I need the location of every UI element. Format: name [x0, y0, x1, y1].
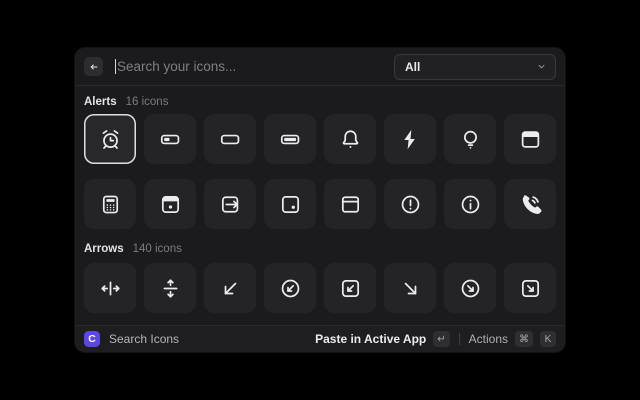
app-logo: C [84, 331, 100, 347]
section-alerts: Alerts 16 icons [84, 96, 556, 229]
box-dot-icon [279, 193, 302, 216]
battery-empty-icon [219, 128, 242, 151]
search-input[interactable] [117, 59, 394, 74]
section-header: Alerts 16 icons [84, 96, 556, 110]
info-circle-icon [459, 193, 482, 216]
icon-tile-browser-filled[interactable] [504, 114, 556, 164]
arrow-down-left-circle-icon [279, 277, 302, 300]
lightbulb-icon [459, 128, 482, 151]
browser-outline-icon [339, 193, 362, 216]
icon-tile-arrow-down-right-circle[interactable] [444, 263, 496, 313]
icon-tile-lightbulb[interactable] [444, 114, 496, 164]
alarm-clock-icon [99, 128, 122, 151]
section-icon-count: 140 icons [133, 243, 182, 255]
icon-tile-arrow-down-left-square[interactable] [324, 263, 376, 313]
enter-keycap: ↵ [433, 331, 449, 347]
arrow-down-left-icon [219, 277, 242, 300]
icon-tile-notification-box[interactable] [144, 179, 196, 229]
back-button[interactable] [84, 57, 103, 76]
actions-menu-label[interactable]: Actions [469, 332, 508, 346]
icon-tile-battery-empty[interactable] [204, 114, 256, 164]
browser-filled-icon [519, 128, 542, 151]
phone-ringing-icon [519, 193, 542, 216]
arrow-down-right-icon [399, 277, 422, 300]
icon-tile-bell[interactable] [324, 114, 376, 164]
icon-tile-arrow-down-right-square[interactable] [504, 263, 556, 313]
icon-tile-alert-circle[interactable] [384, 179, 436, 229]
flash-icon [399, 128, 422, 151]
section-label: Alerts [84, 96, 117, 108]
notification-box-icon [159, 193, 182, 216]
k-keycap: K [540, 331, 556, 347]
box-arrow-right-icon [219, 193, 242, 216]
chevron-down-icon [536, 61, 547, 72]
expand-horizontal-icon [99, 277, 122, 300]
battery-full-icon [279, 128, 302, 151]
icon-tile-calculator[interactable] [84, 179, 136, 229]
command-keycap: ⌘ [515, 331, 533, 347]
icon-tile-arrow-down-left[interactable] [204, 263, 256, 313]
icon-grid-area: Alerts 16 icons Arrows 140 icons [75, 96, 565, 313]
section-arrows: Arrows 140 icons [84, 243, 556, 313]
status-bar: C Search Icons Paste in Active App ↵ Act… [75, 325, 565, 352]
bell-icon [339, 128, 362, 151]
icon-tile-box-dot[interactable] [264, 179, 316, 229]
filter-selected-value: All [405, 60, 536, 74]
icon-tile-arrow-down-right[interactable] [384, 263, 436, 313]
icon-tile-alarm-clock[interactable] [84, 114, 136, 164]
section-header: Arrows 140 icons [84, 243, 556, 257]
category-filter-dropdown[interactable]: All [394, 54, 556, 80]
icon-search-window: All Alerts 16 icons Arrows 140 icons C Sear… [75, 48, 565, 352]
arrow-down-left-square-icon [339, 277, 362, 300]
icon-tile-flash[interactable] [384, 114, 436, 164]
icon-tile-phone-ringing[interactable] [504, 179, 556, 229]
icon-tile-arrow-down-left-circle[interactable] [264, 263, 316, 313]
footer-separator [459, 333, 460, 345]
section-label: Arrows [84, 243, 124, 255]
calculator-icon [99, 193, 122, 216]
icon-grid [84, 114, 556, 229]
icon-grid [84, 263, 556, 313]
icon-tile-battery-medium[interactable] [144, 114, 196, 164]
arrow-left-icon [88, 61, 100, 73]
battery-medium-icon [159, 128, 182, 151]
text-caret [115, 59, 116, 74]
icon-tile-expand-vertical[interactable] [144, 263, 196, 313]
icon-tile-box-arrow-right[interactable] [204, 179, 256, 229]
alert-circle-icon [399, 193, 422, 216]
expand-vertical-icon [159, 277, 182, 300]
section-icon-count: 16 icons [126, 96, 169, 108]
app-name: Search Icons [109, 332, 179, 346]
arrow-down-right-square-icon [519, 277, 542, 300]
primary-action-label[interactable]: Paste in Active App [315, 332, 426, 346]
icon-tile-battery-full[interactable] [264, 114, 316, 164]
arrow-down-right-circle-icon [459, 277, 482, 300]
icon-tile-browser-outline[interactable] [324, 179, 376, 229]
icon-tile-expand-horizontal[interactable] [84, 263, 136, 313]
icon-tile-info-circle[interactable] [444, 179, 496, 229]
search-bar: All [75, 48, 565, 86]
